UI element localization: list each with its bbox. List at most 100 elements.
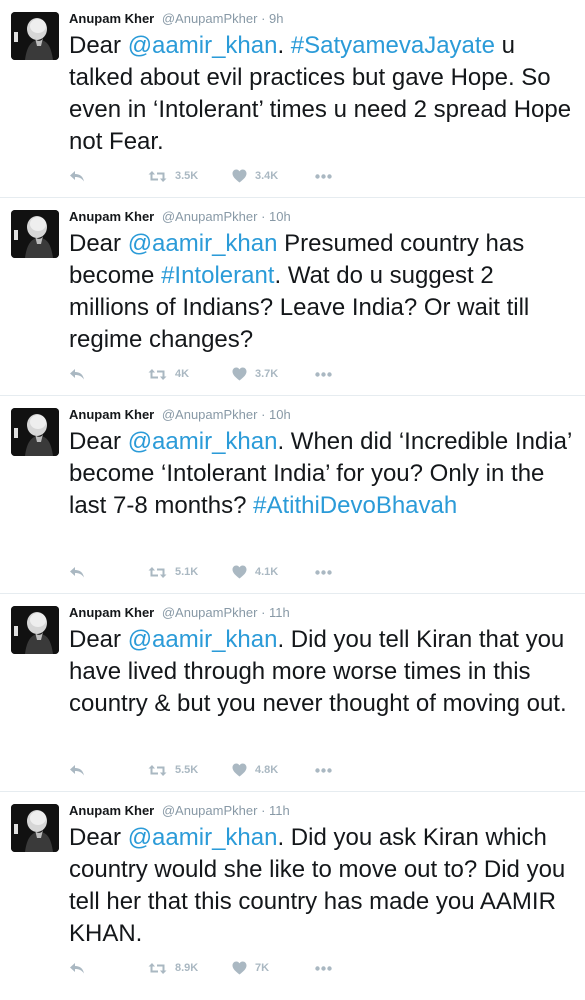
like-button[interactable]: 4.8K (232, 763, 315, 777)
more-button[interactable] (315, 173, 332, 179)
mention-link[interactable]: @aamir_khan (128, 626, 278, 653)
avatar[interactable] (11, 606, 59, 654)
author-name[interactable]: Anupam Kher (69, 605, 154, 620)
tweet-timestamp[interactable]: 10h (269, 407, 291, 422)
reply-icon (69, 763, 85, 777)
reply-button[interactable] (69, 565, 148, 579)
more-options-icon (315, 569, 332, 575)
reply-button[interactable] (69, 961, 148, 975)
retweet-count: 8.9K (175, 962, 199, 974)
reply-icon (69, 367, 85, 381)
avatar[interactable] (11, 210, 59, 258)
retweet-count: 4K (175, 368, 190, 380)
tweet-timestamp[interactable]: 10h (269, 209, 291, 224)
tweet-timestamp[interactable]: 11h (269, 803, 290, 818)
separator-dot: · (261, 803, 266, 818)
tweet-text: Dear @aamir_khan. Did you tell Kiran tha… (69, 624, 574, 720)
mention-link[interactable]: @aamir_khan (128, 230, 278, 257)
mention-link[interactable]: @aamir_khan (128, 824, 278, 851)
author-handle[interactable]: @AnupamPkher (162, 209, 258, 224)
heart-icon (232, 565, 247, 579)
author-handle[interactable]: @AnupamPkher (162, 407, 258, 422)
retweet-icon (148, 368, 167, 381)
tweet-text-segment: Dear (69, 626, 128, 653)
retweet-icon (148, 962, 167, 975)
separator-dot: · (261, 11, 266, 26)
tweet-text: Dear @aamir_khan. Did you ask Kiran whic… (69, 822, 574, 950)
tweet-header: Anupam Kher @AnupamPkher · 11h (69, 803, 290, 819)
author-handle[interactable]: @AnupamPkher (162, 803, 258, 818)
retweet-button[interactable]: 5.1K (148, 566, 232, 579)
avatar[interactable] (11, 12, 59, 60)
more-options-icon (315, 965, 332, 971)
tweet-text: Dear @aamir_khan. When did ‘Incredible I… (69, 426, 574, 522)
tweet-timestamp[interactable]: 11h (269, 605, 290, 620)
author-name[interactable]: Anupam Kher (69, 407, 154, 422)
retweet-button[interactable]: 3.5K (148, 170, 232, 183)
like-count: 4.1K (255, 566, 279, 578)
retweet-count: 5.5K (175, 764, 199, 776)
heart-icon (232, 367, 247, 381)
tweet-actions: 3.5K 3.4K (69, 166, 332, 186)
hashtag-link[interactable]: #Intolerant (161, 262, 274, 289)
tweet[interactable]: Anupam Kher @AnupamPkher · 9h Dear @aami… (0, 0, 585, 198)
reply-button[interactable] (69, 169, 148, 183)
more-button[interactable] (315, 965, 332, 971)
more-button[interactable] (315, 569, 332, 575)
author-handle[interactable]: @AnupamPkher (162, 11, 258, 26)
tweet[interactable]: Anupam Kher @AnupamPkher · 10h Dear @aam… (0, 396, 585, 594)
tweet-timestamp[interactable]: 9h (269, 11, 283, 26)
tweet-feed: Anupam Kher @AnupamPkher · 9h Dear @aami… (0, 0, 585, 990)
like-button[interactable]: 4.1K (232, 565, 315, 579)
retweet-button[interactable]: 8.9K (148, 962, 232, 975)
mention-link[interactable]: @aamir_khan (128, 428, 278, 455)
more-options-icon (315, 767, 332, 773)
retweet-button[interactable]: 5.5K (148, 764, 232, 777)
tweet-header: Anupam Kher @AnupamPkher · 10h (69, 209, 291, 225)
mention-link[interactable]: @aamir_khan (128, 32, 278, 59)
like-button[interactable]: 3.7K (232, 367, 315, 381)
like-count: 4.8K (255, 764, 279, 776)
retweet-icon (148, 170, 167, 183)
tweet[interactable]: Anupam Kher @AnupamPkher · 10h Dear @aam… (0, 198, 585, 396)
like-button[interactable]: 7K (232, 961, 315, 975)
tweet-header: Anupam Kher @AnupamPkher · 10h (69, 407, 291, 423)
author-name[interactable]: Anupam Kher (69, 11, 154, 26)
like-button[interactable]: 3.4K (232, 169, 315, 183)
retweet-icon (148, 764, 167, 777)
heart-icon (232, 763, 247, 777)
avatar[interactable] (11, 804, 59, 852)
reply-button[interactable] (69, 763, 148, 777)
tweet-text: Dear @aamir_khan. #SatyamevaJayate u tal… (69, 30, 574, 158)
reply-icon (69, 565, 85, 579)
tweet-header: Anupam Kher @AnupamPkher · 11h (69, 605, 290, 621)
more-button[interactable] (315, 371, 332, 377)
tweet-actions: 4K 3.7K (69, 364, 332, 384)
reply-button[interactable] (69, 367, 148, 381)
tweet-text-segment: Dear (69, 32, 128, 59)
reply-icon (69, 961, 85, 975)
like-count: 7K (255, 962, 270, 974)
tweet[interactable]: Anupam Kher @AnupamPkher · 11h Dear @aam… (0, 594, 585, 792)
hashtag-link[interactable]: #AtithiDevoBhavah (253, 492, 457, 519)
tweet-text-segment: Dear (69, 428, 128, 455)
retweet-count: 5.1K (175, 566, 199, 578)
heart-icon (232, 961, 247, 975)
separator-dot: · (261, 407, 266, 422)
tweet-text: Dear @aamir_khan Presumed country has be… (69, 228, 574, 356)
hashtag-link[interactable]: #SatyamevaJayate (291, 32, 495, 59)
reply-icon (69, 169, 85, 183)
author-handle[interactable]: @AnupamPkher (162, 605, 258, 620)
tweet-header: Anupam Kher @AnupamPkher · 9h (69, 11, 284, 27)
author-name[interactable]: Anupam Kher (69, 803, 154, 818)
separator-dot: · (261, 209, 266, 224)
retweet-button[interactable]: 4K (148, 368, 232, 381)
retweet-icon (148, 566, 167, 579)
tweet-actions: 8.9K 7K (69, 958, 332, 978)
tweet-actions: 5.1K 4.1K (69, 562, 332, 582)
heart-icon (232, 169, 247, 183)
more-button[interactable] (315, 767, 332, 773)
tweet[interactable]: Anupam Kher @AnupamPkher · 11h Dear @aam… (0, 792, 585, 990)
avatar[interactable] (11, 408, 59, 456)
author-name[interactable]: Anupam Kher (69, 209, 154, 224)
